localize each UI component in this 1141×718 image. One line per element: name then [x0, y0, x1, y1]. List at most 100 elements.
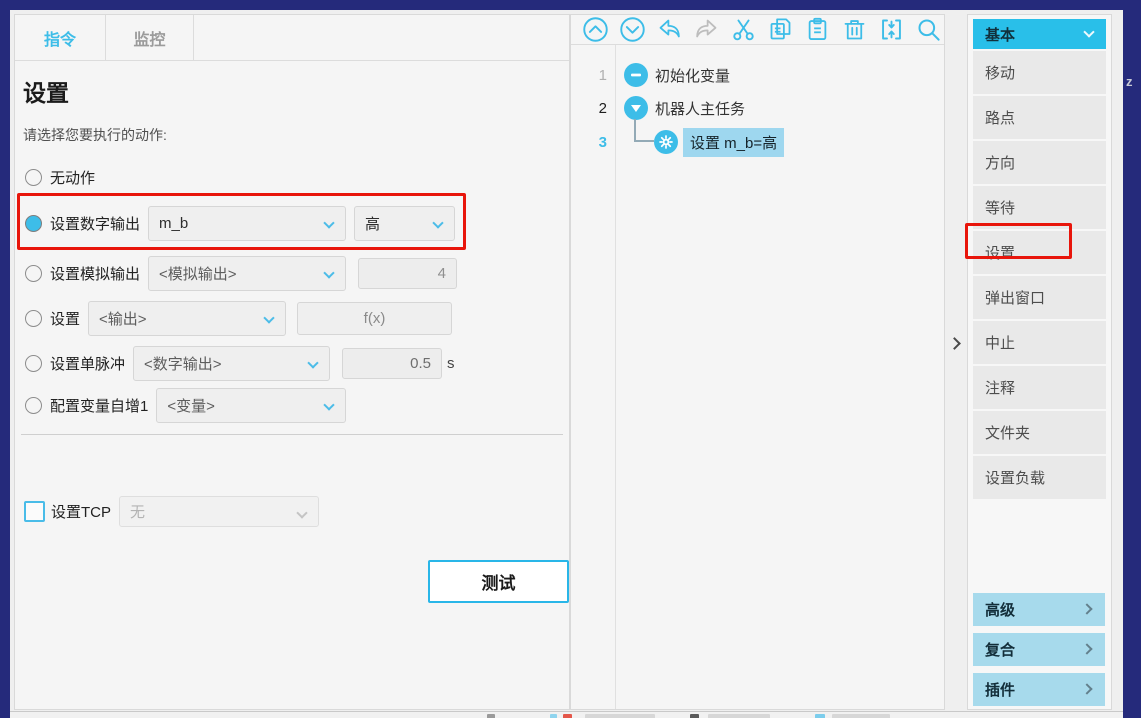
digital-level-select[interactable]: 高 — [354, 206, 455, 241]
move-down-icon[interactable] — [619, 16, 646, 43]
radio-digital-output[interactable] — [25, 215, 42, 232]
cut-icon[interactable] — [730, 16, 757, 43]
top-frame-bar — [0, 0, 1141, 10]
option-label: 无动作 — [50, 167, 95, 188]
digital-output-select[interactable]: m_b — [148, 206, 346, 241]
sidebar-section-composite[interactable]: 复合 — [973, 633, 1105, 666]
section-label: 复合 — [985, 639, 1015, 660]
chevron-right-icon — [1081, 683, 1092, 694]
sidebar-section-plugin[interactable]: 插件 — [973, 673, 1105, 706]
option-row-digital-output: 设置数字输出 m_b 高 — [25, 205, 559, 241]
tab-monitor[interactable]: 监控 — [106, 15, 194, 60]
settings-panel: 指令 监控 设置 请选择您要执行的动作: 无动作 设置数字输出 m_b 高 — [14, 14, 570, 710]
delete-icon[interactable] — [841, 16, 868, 43]
option-label: 配置变量自增1 — [50, 395, 148, 416]
tab-bar: 指令 监控 — [15, 15, 569, 61]
sidebar-item-waypoint[interactable]: 路点 — [973, 96, 1106, 139]
sidebar-item-set[interactable]: 设置 — [973, 231, 1106, 274]
collapse-icon[interactable] — [878, 16, 905, 43]
action-prompt: 请选择您要执行的动作: — [23, 125, 167, 145]
radio-single-pulse[interactable] — [25, 355, 42, 372]
right-frame-bar: z — [1123, 10, 1141, 718]
section-divider — [21, 434, 563, 435]
sidebar-item-abort[interactable]: 中止 — [973, 321, 1106, 364]
selected-value: m_b — [159, 215, 188, 232]
variable-select[interactable]: <变量> — [156, 388, 346, 423]
tcp-checkbox[interactable] — [24, 501, 45, 522]
option-row-set-output: 设置 <输出> f(x) — [25, 301, 559, 336]
line-number: 1 — [571, 67, 607, 84]
status-icon-fragment — [563, 714, 572, 718]
copy-icon[interactable] — [767, 16, 794, 43]
expression-button[interactable]: f(x) — [297, 302, 452, 335]
sidebar-item-popup[interactable]: 弹出窗口 — [973, 276, 1106, 319]
sidebar-item-comment[interactable]: 注释 — [973, 366, 1106, 409]
selected-value: <输出> — [99, 308, 147, 329]
chevron-down-icon — [263, 312, 274, 323]
analog-value-input[interactable]: 4 — [358, 258, 457, 289]
tree-row-init-variables[interactable]: 1 初始化变量 — [571, 59, 942, 91]
radio-no-action[interactable] — [25, 169, 42, 186]
output-select[interactable]: <输出> — [88, 301, 286, 336]
line-number: 3 — [571, 134, 607, 151]
selected-value: 高 — [365, 213, 380, 234]
minus-node-icon — [624, 63, 648, 87]
selected-value: <数字输出> — [144, 353, 222, 374]
pulse-duration-input[interactable]: 0.5 — [342, 348, 442, 379]
chevron-down-icon — [324, 399, 335, 410]
chevron-down-icon — [296, 507, 307, 518]
search-icon[interactable] — [915, 16, 942, 43]
status-icon-fragment — [487, 714, 495, 718]
status-text-fragment — [585, 714, 655, 718]
section-label: 基本 — [985, 24, 1015, 45]
sidebar-expand-chevron-icon[interactable] — [948, 337, 961, 350]
paste-icon[interactable] — [804, 16, 831, 43]
chevron-down-icon — [1083, 26, 1094, 37]
page-title: 设置 — [23, 74, 69, 108]
gear-node-icon — [654, 130, 678, 154]
analog-output-select[interactable]: <模拟输出> — [148, 256, 346, 291]
radio-analog-output[interactable] — [25, 265, 42, 282]
selected-value: 无 — [130, 501, 145, 522]
tree-node-label-selected: 设置 m_b=高 — [683, 128, 784, 157]
test-button[interactable]: 测试 — [428, 560, 569, 603]
command-sidebar: 基本 移动 路点 方向 等待 设置 弹出窗口 中止 注释 文件夹 设置负载 高级… — [967, 14, 1112, 710]
status-icon-fragment — [815, 714, 825, 718]
app-window: z 指令 监控 设置 请选择您要执行的动作: 无动作 设置数字输出 m_b 高 — [0, 0, 1141, 718]
chevron-down-icon — [432, 217, 443, 228]
tree-toolbar — [571, 15, 944, 45]
tcp-select[interactable]: 无 — [119, 496, 319, 527]
sidebar-section-basic[interactable]: 基本 — [973, 19, 1106, 49]
option-label: 设置单脉冲 — [50, 353, 125, 374]
section-label: 高级 — [985, 599, 1015, 620]
sidebar-item-move[interactable]: 移动 — [973, 51, 1106, 94]
tree-node-label: 机器人主任务 — [655, 98, 745, 119]
option-row-increment-variable: 配置变量自增1 <变量> — [25, 388, 559, 423]
chevron-right-icon — [1081, 603, 1092, 614]
program-tree-panel: 1 初始化变量 2 机器人主任务 3 — [570, 14, 945, 710]
sidebar-item-direction[interactable]: 方向 — [973, 141, 1106, 184]
undo-icon[interactable] — [656, 16, 683, 43]
pulse-output-select[interactable]: <数字输出> — [133, 346, 330, 381]
sidebar-item-folder[interactable]: 文件夹 — [973, 411, 1106, 454]
clipped-edge-letter: z — [1126, 74, 1133, 89]
selected-value: <模拟输出> — [159, 263, 237, 284]
sidebar-section-advanced[interactable]: 高级 — [973, 593, 1105, 626]
status-text-fragment — [832, 714, 890, 718]
left-frame-bar — [0, 10, 10, 718]
radio-set-output[interactable] — [25, 310, 42, 327]
redo-icon — [693, 16, 720, 43]
status-text-fragment — [708, 714, 770, 718]
tcp-row: 设置TCP 无 — [24, 495, 559, 528]
tree-row-main-task[interactable]: 2 机器人主任务 — [571, 92, 942, 124]
move-up-icon[interactable] — [582, 16, 609, 43]
tcp-label: 设置TCP — [51, 501, 111, 522]
tree-node-label: 初始化变量 — [655, 65, 730, 86]
sidebar-item-wait[interactable]: 等待 — [973, 186, 1106, 229]
selected-value: <变量> — [167, 395, 215, 416]
sidebar-item-set-payload[interactable]: 设置负载 — [973, 456, 1106, 499]
pulse-unit-label: s — [447, 355, 455, 372]
tree-row-set-command[interactable]: 3 设置 m_b=高 — [571, 126, 942, 158]
tab-command[interactable]: 指令 — [15, 15, 106, 60]
radio-increment-variable[interactable] — [25, 397, 42, 414]
